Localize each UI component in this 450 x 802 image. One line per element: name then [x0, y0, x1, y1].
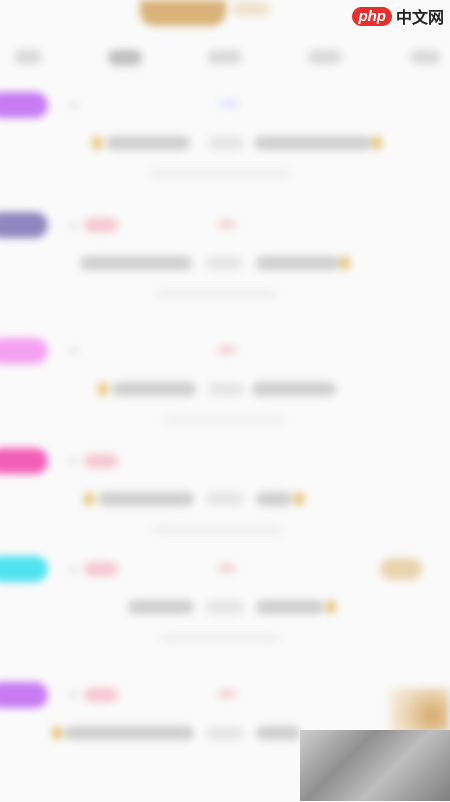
sparkle-icon [340, 256, 350, 270]
headline-segment [206, 256, 242, 270]
category-pill [0, 682, 48, 708]
tab-3[interactable] [208, 50, 242, 64]
headline-segment [128, 600, 194, 614]
meta-chip [218, 564, 236, 572]
meta-dot [68, 222, 78, 228]
headline-segment [112, 382, 196, 396]
category-pill [0, 212, 48, 238]
thumbnail-badge [380, 558, 422, 580]
headline-segment [256, 600, 324, 614]
meta-dot [68, 102, 78, 108]
list-item[interactable] [0, 92, 450, 212]
headline-segment [252, 382, 336, 396]
tab-5[interactable] [410, 50, 440, 64]
subline [164, 416, 284, 424]
sparkle-icon [98, 382, 108, 396]
headline-segment [208, 136, 244, 150]
meta-chip [218, 690, 236, 698]
headline-segment [106, 136, 190, 150]
subline [156, 290, 276, 298]
headline-segment [206, 600, 244, 614]
hot-tag [84, 688, 118, 702]
headline-segment [206, 492, 244, 506]
subline [152, 526, 282, 534]
meta-chip [220, 100, 238, 108]
meta-chip [218, 220, 236, 228]
meta-dot [68, 458, 78, 464]
headline-segment [206, 726, 244, 740]
category-pill [0, 448, 48, 474]
sparkle-icon [372, 136, 382, 150]
subline [160, 634, 280, 642]
list-item[interactable] [0, 556, 450, 676]
top-banner-tag [232, 2, 270, 16]
sparkle-icon [84, 492, 94, 506]
category-pill [0, 338, 48, 364]
headline-segment [256, 256, 340, 270]
list-item[interactable] [0, 338, 450, 458]
category-tabbar [0, 40, 450, 76]
hot-tag [84, 454, 118, 468]
hot-tag [84, 562, 118, 576]
headline-segment [254, 136, 372, 150]
meta-chip [218, 346, 236, 354]
sparkle-icon [92, 136, 102, 150]
blurred-feed [0, 0, 450, 801]
meta-dot [68, 566, 78, 572]
sparkle-icon [326, 600, 336, 614]
headline-segment [256, 492, 292, 506]
tab-active-underline [110, 64, 142, 67]
thumbnail-image[interactable] [390, 688, 450, 734]
sparkle-icon [52, 726, 62, 740]
headline-segment [208, 382, 244, 396]
top-banner-pill[interactable] [140, 0, 226, 26]
subline [150, 170, 290, 178]
headline-segment [98, 492, 194, 506]
watermark-site-name: 中文网 [395, 10, 444, 27]
site-watermark: php 中文网 [352, 4, 444, 28]
hot-tag [84, 218, 118, 232]
tab-1[interactable] [14, 50, 42, 64]
headline-segment [64, 726, 194, 740]
category-pill [0, 556, 48, 582]
sparkle-icon [294, 492, 304, 506]
tab-2-active[interactable] [108, 50, 142, 64]
tab-4[interactable] [308, 50, 342, 64]
category-pill [0, 92, 48, 118]
list-item[interactable] [0, 212, 450, 332]
meta-dot [68, 692, 78, 698]
list-item[interactable] [0, 448, 450, 568]
meta-dot [68, 348, 78, 354]
headline-segment [256, 726, 300, 740]
php-badge-icon: php [352, 6, 392, 26]
floating-video-thumbnail[interactable] [300, 730, 450, 801]
headline-segment [80, 256, 192, 270]
